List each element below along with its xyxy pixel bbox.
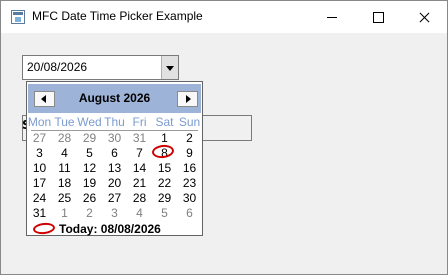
calendar-day[interactable]: 2 xyxy=(177,131,202,146)
calendar-day[interactable]: 30 xyxy=(102,131,127,146)
calendar-day[interactable]: 29 xyxy=(77,131,102,146)
calendar-day[interactable]: 25 xyxy=(52,191,77,206)
calendar-day[interactable]: 9 xyxy=(177,146,202,161)
weekday-label: Wed xyxy=(77,115,102,129)
calendar-day[interactable]: 21 xyxy=(127,176,152,191)
calendar-day[interactable]: 8 xyxy=(152,146,177,161)
year-label[interactable]: 2026 xyxy=(123,91,150,105)
calendar-day[interactable]: 28 xyxy=(127,191,152,206)
calendar-day[interactable]: 26 xyxy=(77,191,102,206)
weekday-label: Fri xyxy=(132,115,147,129)
weekday-header: Mon Tue Wed Thu Fri Sat Sun xyxy=(28,115,202,129)
calendar-day[interactable]: 6 xyxy=(102,146,127,161)
weekday-label: Mon xyxy=(27,115,52,129)
weekday-label: Sat xyxy=(155,115,174,129)
month-label[interactable]: August xyxy=(79,91,120,105)
date-value: 20/08/2026 xyxy=(27,60,88,74)
calendar-dropdown: August 2026 Mon Tue Wed Thu Fri Sat Sun 27 28 29… xyxy=(26,81,203,236)
calendar-day[interactable]: 1 xyxy=(152,131,177,146)
calendar-day[interactable]: 14 xyxy=(127,161,152,176)
calendar-day[interactable]: 10 xyxy=(27,161,52,176)
calendar-day[interactable]: 1 xyxy=(52,206,77,221)
calendar-day[interactable]: 11 xyxy=(52,161,77,176)
calendar-day[interactable]: 19 xyxy=(77,176,102,191)
calendar-day[interactable]: 3 xyxy=(102,206,127,221)
today-circle-icon xyxy=(32,221,56,236)
app-window: MFC Date Time Picker Example 20/08/2026 … xyxy=(0,0,448,275)
calendar-day[interactable]: 7 xyxy=(127,146,152,161)
today-label: Today: 08/08/2026 xyxy=(59,222,161,236)
dropdown-button[interactable] xyxy=(161,56,178,79)
calendar-day[interactable]: 30 xyxy=(177,191,202,206)
month-year-title[interactable]: August 2026 xyxy=(28,91,201,105)
weekday-label: Thu xyxy=(104,115,125,129)
calendar-day[interactable]: 27 xyxy=(102,191,127,206)
calendar-day[interactable]: 2 xyxy=(77,206,102,221)
calendar-day[interactable]: 13 xyxy=(102,161,127,176)
title-bar[interactable]: MFC Date Time Picker Example xyxy=(1,1,447,33)
calendar-day[interactable]: 6 xyxy=(177,206,202,221)
calendar-day[interactable]: 20 xyxy=(102,176,127,191)
minimize-button[interactable] xyxy=(309,1,355,33)
calendar-header: August 2026 xyxy=(28,84,201,113)
calendar-day[interactable]: 27 xyxy=(27,131,52,146)
calendar-day[interactable]: 24 xyxy=(27,191,52,206)
calendar-day[interactable]: 22 xyxy=(152,176,177,191)
calendar-day[interactable]: 31 xyxy=(27,206,52,221)
today-link[interactable]: Today: 08/08/2026 xyxy=(27,221,202,236)
window-title: MFC Date Time Picker Example xyxy=(32,9,203,23)
weekday-label: Sun xyxy=(178,115,201,129)
calendar-day[interactable]: 4 xyxy=(127,206,152,221)
calendar-day[interactable]: 28 xyxy=(52,131,77,146)
weekday-label: Tue xyxy=(54,115,75,129)
next-month-button[interactable] xyxy=(177,91,198,107)
calendar-day[interactable]: 5 xyxy=(152,206,177,221)
app-icon xyxy=(11,10,25,24)
calendar-day[interactable]: 15 xyxy=(152,161,177,176)
calendar-day[interactable]: 12 xyxy=(77,161,102,176)
calendar-days-grid: 27 28 29 30 31 1 2 3 4 5 6 7 8 9 10 11 12 13 14 15 16 17 18 19 2… xyxy=(28,131,202,221)
calendar-day[interactable]: 4 xyxy=(52,146,77,161)
close-button[interactable] xyxy=(401,1,447,33)
calendar-day[interactable]: 31 xyxy=(127,131,152,146)
calendar-day[interactable]: 17 xyxy=(27,176,52,191)
maximize-button[interactable] xyxy=(355,1,401,33)
calendar-day[interactable]: 18 xyxy=(52,176,77,191)
calendar-day[interactable]: 3 xyxy=(27,146,52,161)
date-time-picker[interactable]: 20/08/2026 xyxy=(22,55,179,80)
calendar-day[interactable]: 5 xyxy=(77,146,102,161)
calendar-day[interactable]: 29 xyxy=(152,191,177,206)
calendar-day[interactable]: 23 xyxy=(177,176,202,191)
calendar-day[interactable]: 16 xyxy=(177,161,202,176)
